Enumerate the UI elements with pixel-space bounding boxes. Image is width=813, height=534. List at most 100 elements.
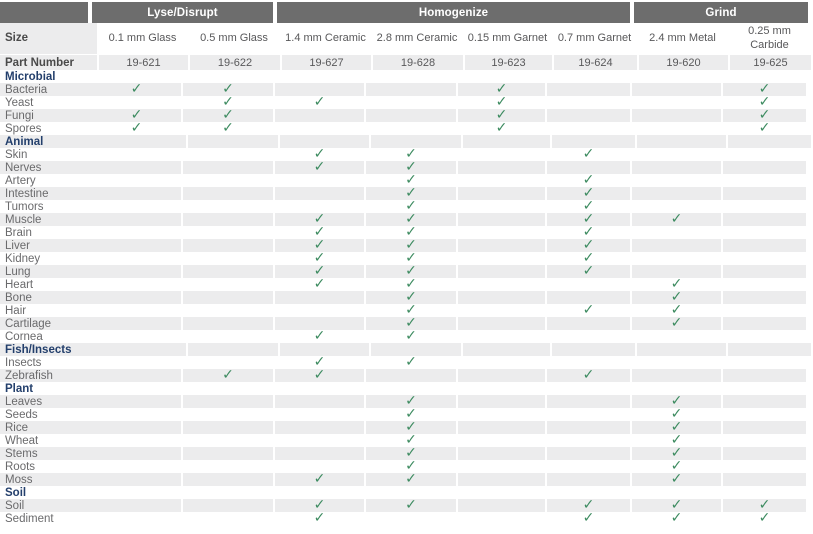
section-header-spacer — [280, 382, 371, 395]
compatibility-empty — [183, 187, 275, 200]
compatibility-check: ✓ — [366, 498, 458, 512]
compatibility-empty — [92, 174, 183, 187]
compatibility-empty — [723, 473, 806, 486]
compatibility-empty — [183, 408, 275, 421]
compatibility-empty — [547, 317, 632, 330]
row-label: Spores — [5, 122, 42, 135]
compatibility-empty — [92, 447, 183, 460]
group-header-blank — [0, 2, 88, 23]
compatibility-empty — [275, 395, 366, 408]
row-label: Stems — [0, 447, 92, 460]
section-header-spacer — [280, 343, 371, 356]
section-header-microbial: Microbial — [0, 70, 813, 83]
compatibility-empty — [458, 148, 547, 161]
compatibility-empty — [183, 317, 275, 330]
compatibility-empty — [458, 239, 547, 252]
compatibility-empty — [275, 174, 366, 187]
section-header-spacer — [552, 135, 637, 148]
row-label: Brain — [5, 226, 32, 239]
row-label: Nerves — [0, 161, 92, 174]
compatibility-empty — [183, 252, 275, 265]
compatibility-empty — [458, 408, 547, 421]
compatibility-empty — [547, 473, 632, 486]
compatibility-empty — [183, 291, 275, 304]
compatibility-empty — [458, 226, 547, 239]
row-label: Skin — [5, 148, 28, 161]
compatibility-check: ✓ — [275, 368, 366, 382]
section-header-spacer — [371, 343, 463, 356]
part-number-19-624: 19-624 — [554, 55, 639, 70]
compatibility-empty — [92, 499, 183, 512]
compatibility-empty — [458, 330, 547, 343]
compatibility-empty — [183, 265, 275, 278]
check-icon: ✓ — [222, 366, 234, 383]
check-icon: ✓ — [222, 119, 234, 136]
compatibility-check: ✓ — [183, 366, 275, 383]
compatibility-empty — [723, 200, 806, 213]
compatibility-check: ✓ — [183, 119, 275, 136]
compatibility-check: ✓ — [366, 472, 458, 486]
section-header-label: Microbial — [5, 70, 56, 83]
row-label: Seeds — [5, 408, 38, 421]
section-header-label: Animal — [0, 135, 97, 148]
group-header-grind: Grind — [634, 2, 808, 23]
check-icon: ✓ — [130, 80, 143, 97]
compatibility-check: ✓ — [632, 212, 723, 226]
check-icon: ✓ — [313, 470, 326, 487]
compatibility-empty — [183, 473, 275, 486]
compatibility-check: ✓ — [275, 470, 366, 487]
compatibility-check: ✓ — [547, 303, 632, 317]
table-row: Zebrafish ✓ ✓ ✓ — [0, 366, 813, 383]
compatibility-check: ✓ — [366, 355, 458, 369]
compatibility-check: ✓ — [275, 158, 366, 175]
compatibility-empty — [458, 499, 547, 512]
compatibility-check: ✓ — [547, 147, 632, 161]
group-header-homogenize: Homogenize — [277, 2, 630, 23]
compatibility-empty — [275, 447, 366, 460]
section-header-spacer — [188, 135, 280, 148]
size-row: Size 0.1 mm Glass 0.5 mm Glass 1.4 mm Ceram… — [0, 23, 813, 55]
compatibility-empty — [547, 83, 632, 96]
size-header-19-620: 2.4 mm Metal — [637, 23, 728, 55]
section-header-spacer — [637, 486, 728, 499]
compatibility-empty — [275, 434, 366, 447]
row-label: Yeast — [5, 96, 34, 109]
compatibility-empty — [723, 239, 806, 252]
compatibility-empty — [92, 434, 183, 447]
section-header-spacer — [637, 135, 728, 148]
compatibility-empty — [458, 369, 547, 382]
section-header-spacer — [552, 343, 637, 356]
section-header-spacer — [188, 486, 280, 499]
compatibility-check: ✓ — [723, 121, 806, 135]
size-header-19-622: 0.5 mm Glass — [188, 23, 280, 55]
check-icon: ✓ — [313, 158, 326, 175]
compatibility-empty — [547, 408, 632, 421]
compatibility-empty — [366, 83, 458, 96]
size-header-19-623: 0.15 mm Garnet — [463, 23, 552, 55]
table-row: Soil ✓ ✓ ✓ ✓ ✓ — [0, 498, 813, 512]
row-label: Wheat — [5, 434, 39, 447]
compatibility-check: ✓ — [632, 472, 723, 486]
part-number-19-622: 19-622 — [190, 55, 282, 70]
row-label: Sediment — [5, 512, 54, 525]
compatibility-empty — [632, 109, 723, 122]
compatibility-empty — [458, 265, 547, 278]
compatibility-empty — [547, 96, 632, 109]
row-label: Insects — [5, 356, 42, 369]
compatibility-empty — [723, 252, 806, 265]
check-icon: ✓ — [758, 509, 771, 526]
compatibility-check: ✓ — [92, 121, 183, 135]
part-number-19-628: 19-628 — [373, 55, 465, 70]
section-header-spacer — [280, 486, 371, 499]
compatibility-empty — [275, 109, 366, 122]
row-label: Lung — [0, 265, 92, 278]
section-header-spacer — [728, 382, 813, 395]
compatibility-empty — [458, 174, 547, 187]
section-header-label: Fish/Insects — [0, 343, 97, 356]
compatibility-empty — [723, 226, 806, 239]
compatibility-empty — [275, 291, 366, 304]
compatibility-empty — [92, 161, 183, 174]
compatibility-empty — [366, 512, 458, 525]
compatibility-empty — [366, 96, 458, 109]
section-header-spacer — [371, 486, 463, 499]
